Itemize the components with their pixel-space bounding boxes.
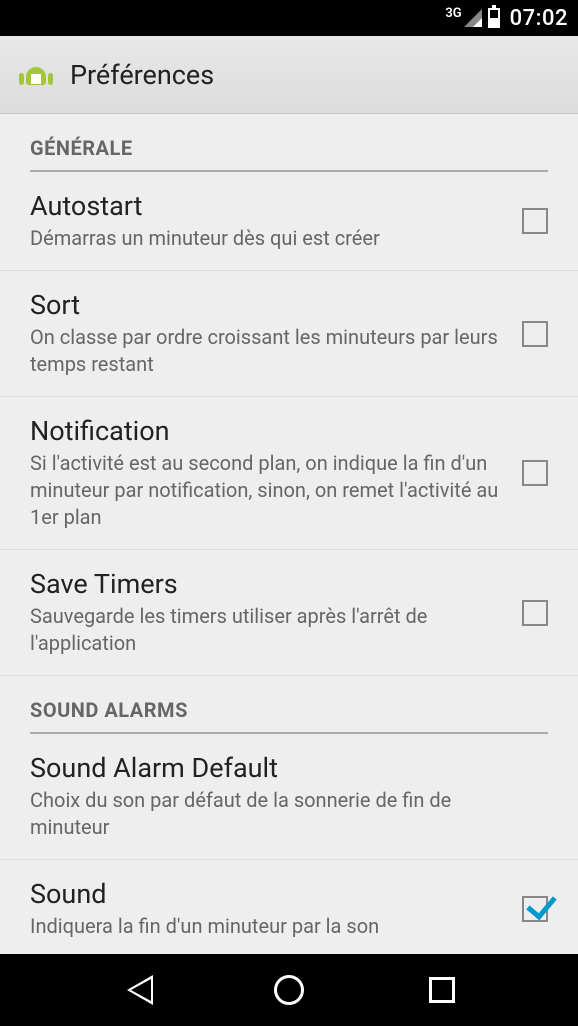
- pref-summary: Si l'activité est au second plan, on ind…: [30, 450, 507, 531]
- pref-text: Autostart Démarras un minuteur dès qui e…: [30, 190, 522, 252]
- signal-icon: [464, 9, 482, 27]
- pref-text: Sound Alarm Default Choix du son par déf…: [30, 752, 548, 841]
- pref-text: Sound Indiquera la fin d'un minuteur par…: [30, 878, 522, 940]
- navigation-bar: [0, 954, 578, 1026]
- checkbox-save-timers[interactable]: [522, 600, 548, 626]
- clock: 07:02: [510, 6, 568, 31]
- pref-title: Sound Alarm Default: [30, 752, 533, 784]
- checkbox-sort[interactable]: [522, 321, 548, 347]
- page-title: Préférences: [70, 59, 214, 91]
- pref-title: Autostart: [30, 190, 507, 222]
- pref-summary: Démarras un minuteur dès qui est créer: [30, 225, 507, 252]
- pref-summary: Choix du son par défaut de la sonnerie d…: [30, 787, 533, 841]
- pref-title: Sound: [30, 878, 507, 910]
- section-header-sound: SOUND ALARMS: [0, 676, 578, 732]
- pref-title: Save Timers: [30, 568, 507, 600]
- pref-text: Notification Si l'activité est au second…: [30, 415, 522, 531]
- back-button[interactable]: [123, 975, 149, 1005]
- pref-title: Notification: [30, 415, 507, 447]
- pref-summary: Indiquera la fin d'un minuteur par la so…: [30, 913, 507, 940]
- section-header-general: GÉNÉRALE: [0, 114, 578, 170]
- pref-title: Sort: [30, 289, 507, 321]
- app-bar: Préférences: [0, 36, 578, 114]
- recent-apps-button[interactable]: [429, 977, 455, 1003]
- pref-sound[interactable]: Sound Indiquera la fin d'un minuteur par…: [0, 860, 578, 954]
- checkbox-sound[interactable]: [522, 896, 548, 922]
- pref-sort[interactable]: Sort On classe par ordre croissant les m…: [0, 271, 578, 397]
- pref-sound-default[interactable]: Sound Alarm Default Choix du son par déf…: [0, 734, 578, 860]
- status-bar: 3G 07:02: [0, 0, 578, 36]
- pref-summary: Sauvegarde les timers utiliser après l'a…: [30, 603, 507, 657]
- preferences-list: GÉNÉRALE Autostart Démarras un minuteur …: [0, 114, 578, 954]
- pref-text: Save Timers Sauvegarde les timers utilis…: [30, 568, 522, 657]
- pref-notification[interactable]: Notification Si l'activité est au second…: [0, 397, 578, 550]
- home-button[interactable]: [274, 975, 304, 1005]
- network-label: 3G: [445, 6, 461, 21]
- pref-summary: On classe par ordre croissant les minute…: [30, 324, 507, 378]
- battery-icon: [488, 8, 500, 28]
- checkbox-notification[interactable]: [522, 460, 548, 486]
- pref-text: Sort On classe par ordre croissant les m…: [30, 289, 522, 378]
- app-icon: [18, 57, 54, 93]
- pref-autostart[interactable]: Autostart Démarras un minuteur dès qui e…: [0, 172, 578, 271]
- checkbox-autostart[interactable]: [522, 208, 548, 234]
- pref-save-timers[interactable]: Save Timers Sauvegarde les timers utilis…: [0, 550, 578, 676]
